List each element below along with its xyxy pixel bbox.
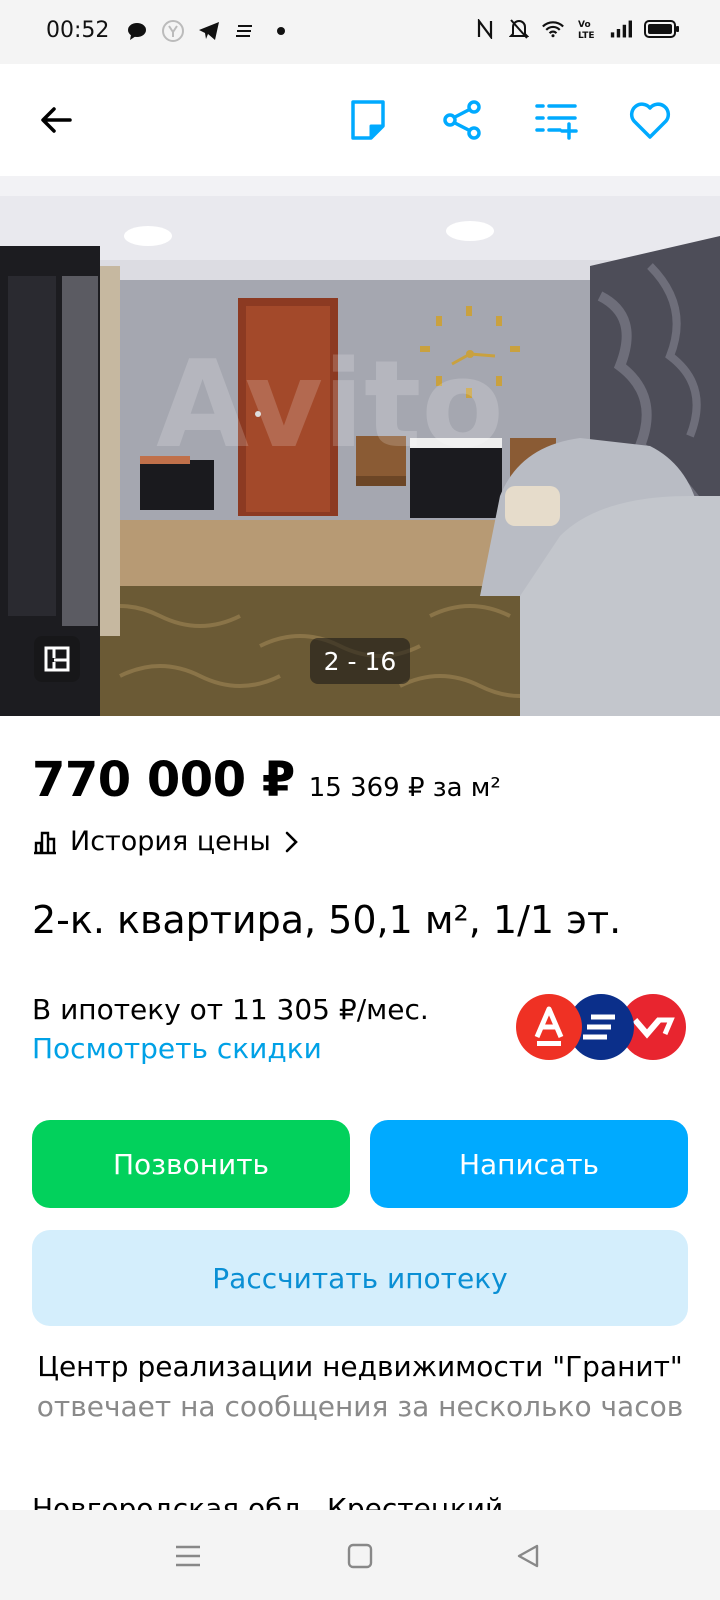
listing-title: 2-к. квартира, 50,1 м², 1/1 эт. (32, 898, 622, 942)
dot-icon (270, 20, 292, 42)
square-icon (347, 1543, 373, 1569)
price-history-label: История цены (70, 826, 271, 857)
bank-logos[interactable] (516, 994, 686, 1060)
mortgage-block: В ипотеку от 11 305 ₽/мес. Посмотреть ск… (32, 993, 429, 1065)
chevron-right-icon (285, 831, 298, 852)
alfa-bank-logo (516, 994, 582, 1060)
note-button[interactable] (342, 94, 394, 146)
floorplan-button[interactable] (34, 636, 80, 682)
price: 770 000 ₽ (32, 752, 295, 808)
svg-text:LTE: LTE (578, 31, 595, 40)
back-button[interactable] (30, 94, 82, 146)
price-per-m2: 15 369 ₽ за м² (308, 773, 501, 803)
call-button[interactable]: Позвонить (32, 1120, 350, 1208)
share-button[interactable] (436, 94, 488, 146)
photo-gallery[interactable]: Avito (0, 176, 720, 716)
system-nav-bar (0, 1510, 720, 1600)
telegram-icon (198, 20, 220, 42)
view-discounts-link[interactable]: Посмотреть скидки (32, 1032, 429, 1065)
favorite-button[interactable] (624, 94, 676, 146)
status-right-icons: Vo LTE (474, 18, 680, 40)
nfc-icon (474, 18, 496, 40)
triangle-back-icon (517, 1544, 539, 1568)
toolbar (0, 64, 720, 176)
floorplan-icon (44, 646, 70, 672)
menu-button[interactable] (168, 1536, 208, 1576)
bar-chart-icon (34, 831, 56, 854)
mute-icon (508, 18, 530, 40)
price-row: 770 000 ₽ 15 369 ₽ за м² (32, 752, 501, 808)
seller-response-time: отвечает на сообщения за несколько часов (36, 1390, 684, 1423)
heart-icon (629, 102, 671, 139)
note-icon (351, 100, 385, 140)
volte-icon: Vo LTE (576, 18, 598, 40)
write-button[interactable]: Написать (370, 1120, 688, 1208)
mortgage-text: В ипотеку от 11 305 ₽/мес. (32, 993, 429, 1026)
nav-back-button[interactable] (508, 1536, 548, 1576)
share-icon (443, 100, 481, 140)
compare-add-icon (535, 104, 578, 140)
yandex-icon (162, 20, 184, 42)
arrow-left-icon (41, 107, 72, 133)
notes-icon (234, 20, 256, 42)
status-left-icons (126, 20, 292, 42)
apartment-photo: Avito (0, 176, 720, 716)
seller-name[interactable]: Центр реализации недвижимости "Гранит" (0, 1350, 720, 1383)
photo-counter: 2 - 16 (310, 638, 410, 684)
compare-button[interactable] (530, 94, 582, 146)
home-button[interactable] (340, 1536, 380, 1576)
svg-text:Vo: Vo (578, 20, 591, 30)
chat-icon (126, 20, 148, 42)
wifi-icon (542, 18, 564, 40)
signal-icon (610, 18, 632, 40)
status-bar: 00:52 Vo LTE (0, 0, 720, 64)
status-time: 00:52 (46, 18, 110, 43)
battery-icon (644, 18, 680, 40)
calc-mortgage-button[interactable]: Рассчитать ипотеку (32, 1230, 688, 1326)
price-history-link[interactable]: История цены (32, 826, 299, 857)
watermark: Avito (156, 336, 504, 475)
menu-icon (176, 1545, 200, 1567)
